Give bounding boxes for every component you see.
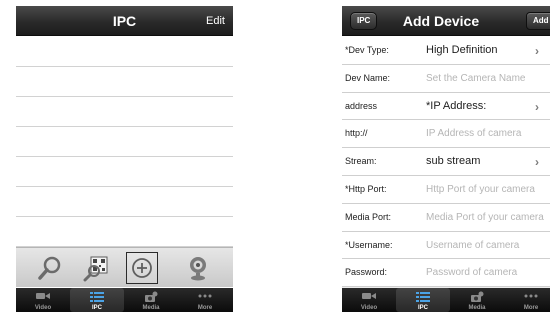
screen-title: IPC xyxy=(112,13,137,29)
form-row[interactable]: http:// IP Address of camera xyxy=(342,120,550,149)
list-item[interactable] xyxy=(16,37,233,67)
tab-ipc[interactable]: IPC xyxy=(70,288,124,312)
media-icon xyxy=(471,291,484,302)
list-item[interactable] xyxy=(16,127,233,157)
tab-media[interactable]: Media xyxy=(450,288,504,312)
chevron-right-icon: › xyxy=(535,99,539,114)
device-toolbar xyxy=(16,247,233,287)
add-device-screen: IPC Add Device Add *Dev Type: High Defini… xyxy=(342,6,550,312)
list-item[interactable] xyxy=(16,157,233,187)
tab-video[interactable]: Video xyxy=(16,288,70,312)
field-input[interactable]: Http Port of your camera xyxy=(426,184,535,195)
video-camera-icon xyxy=(36,293,50,299)
tab-video-label: Video xyxy=(34,305,52,311)
list-icon xyxy=(416,292,430,302)
tab-bar: Video IPC Media More xyxy=(16,288,233,312)
tab-more[interactable]: More xyxy=(178,288,232,312)
form-row[interactable]: Dev Name: Set the Camera Name xyxy=(342,64,550,93)
more-dots-icon xyxy=(198,294,212,298)
list-item[interactable] xyxy=(16,97,233,127)
tab-media-label: Media xyxy=(142,305,160,311)
tab-ipc-label: IPC xyxy=(91,305,102,311)
field-label: Stream: xyxy=(345,156,377,167)
form-row[interactable]: *Http Port: Http Port of your camera xyxy=(342,175,550,204)
field-label: http:// xyxy=(345,128,368,139)
field-input[interactable]: Password of camera xyxy=(426,267,517,278)
list-item[interactable] xyxy=(16,67,233,97)
navigation-bar: IPC Edit xyxy=(16,6,233,36)
form-row[interactable]: address *IP Address: › xyxy=(342,92,550,121)
tab-media-label: Media xyxy=(468,305,486,311)
tab-more-label: More xyxy=(197,305,213,311)
qr-scan-icon xyxy=(83,256,108,282)
media-icon xyxy=(145,291,158,302)
search-device-button[interactable] xyxy=(34,252,66,284)
tab-more-label: More xyxy=(523,305,539,311)
form-row[interactable]: *Dev Type: High Definition › xyxy=(342,37,550,65)
chevron-right-icon: › xyxy=(535,155,539,170)
field-label: *Dev Type: xyxy=(345,45,389,55)
tab-ipc-label: IPC xyxy=(417,305,428,311)
scan-qr-button[interactable] xyxy=(80,252,112,284)
tab-bar: Video IPC Media More xyxy=(342,288,550,312)
tab-ipc[interactable]: IPC xyxy=(396,288,450,312)
form-row[interactable]: Stream: sub stream › xyxy=(342,148,550,176)
tab-more[interactable]: More xyxy=(504,288,550,312)
chevron-right-icon: › xyxy=(535,44,539,58)
more-dots-icon xyxy=(524,294,538,298)
webcam-icon xyxy=(190,257,206,281)
tab-media[interactable]: Media xyxy=(124,288,178,312)
ipc-list-screen: IPC Edit Video IPC Media More xyxy=(16,6,233,312)
field-value[interactable]: sub stream xyxy=(426,155,480,167)
list-icon xyxy=(90,292,104,302)
form-row[interactable]: Password: Password of camera xyxy=(342,259,550,288)
list-item[interactable] xyxy=(16,187,233,217)
device-list xyxy=(16,37,233,247)
field-label: Dev Name: xyxy=(345,72,391,83)
field-label: Password: xyxy=(345,267,388,278)
navigation-bar: IPC Add Device Add xyxy=(342,6,550,36)
add-device-form: *Dev Type: High Definition › Dev Name: Set t… xyxy=(342,37,550,288)
field-input[interactable]: IP Address of camera xyxy=(426,128,521,139)
magnifier-icon xyxy=(38,256,61,280)
field-label: address xyxy=(345,100,378,111)
webcam-button[interactable] xyxy=(182,252,214,284)
field-input[interactable]: Set the Camera Name xyxy=(426,73,526,84)
field-value[interactable]: High Definition xyxy=(426,44,498,56)
form-row[interactable]: Media Port: Media Port of your camera xyxy=(342,203,550,232)
field-value[interactable]: *IP Address: xyxy=(426,100,486,112)
add-circle-icon xyxy=(132,258,152,278)
video-camera-icon xyxy=(362,293,376,299)
field-input[interactable]: Username of camera xyxy=(426,240,519,251)
field-input[interactable]: Media Port of your camera xyxy=(426,212,544,223)
add-button[interactable]: Add xyxy=(526,12,550,30)
tab-video[interactable]: Video xyxy=(342,288,396,312)
add-device-button[interactable] xyxy=(126,252,158,284)
form-row[interactable]: *Username: Username of camera xyxy=(342,231,550,260)
list-item[interactable] xyxy=(16,217,233,247)
field-label: *Username: xyxy=(345,239,393,250)
tab-video-label: Video xyxy=(360,305,378,311)
edit-button[interactable]: Edit xyxy=(206,15,225,27)
field-label: *Http Port: xyxy=(345,183,387,194)
screen-title: Add Device xyxy=(402,13,480,29)
field-label: Media Port: xyxy=(345,211,392,222)
